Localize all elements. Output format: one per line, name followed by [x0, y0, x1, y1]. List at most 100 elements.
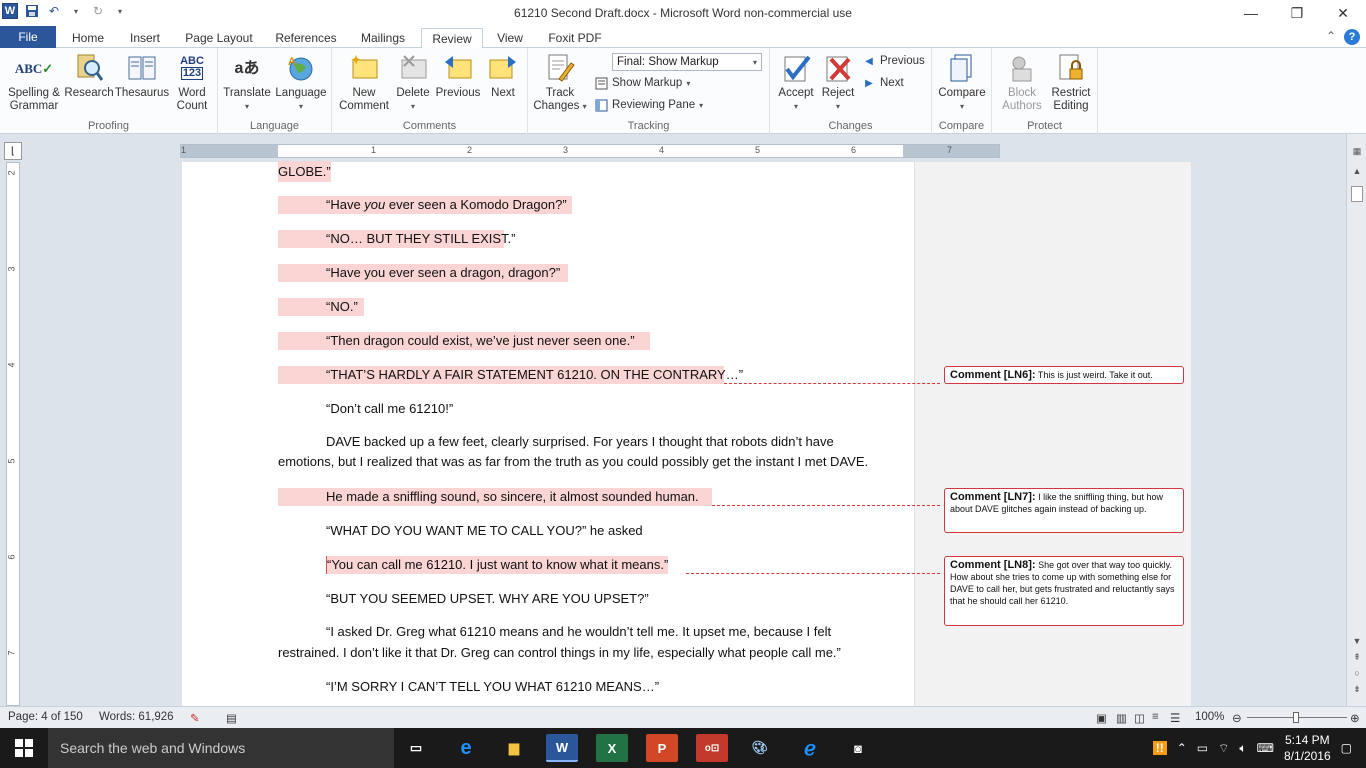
show-hidden-icons-icon[interactable]: ⌃ [1177, 741, 1187, 755]
excel-taskbar-icon[interactable]: X [596, 734, 628, 762]
comment-balloon[interactable]: Comment [LN8]: She got over that way too… [944, 556, 1184, 626]
scroll-up-icon[interactable]: ▲ [1350, 164, 1364, 178]
view-ruler-icon[interactable]: ▦ [1350, 144, 1364, 158]
word-app-icon[interactable]: W [2, 3, 18, 19]
paragraph-commented[interactable]: “You can call me 61210. I just want to k… [326, 556, 669, 574]
tab-home[interactable]: Home [62, 28, 114, 48]
previous-page-icon[interactable]: ⇞ [1350, 650, 1364, 664]
tab-foxit-pdf[interactable]: Foxit PDF [540, 28, 610, 48]
draft-view-icon[interactable]: ☰ [1170, 711, 1180, 725]
track-changes-button[interactable]: Track Changes ▾ [532, 52, 588, 113]
task-view-icon[interactable]: ▭ [400, 734, 432, 762]
word-taskbar-icon[interactable]: W [546, 734, 578, 762]
tab-review[interactable]: Review [421, 28, 483, 50]
paragraph[interactable]: “Have you ever seen a dragon, dragon?” [326, 264, 560, 282]
scrollbar-thumb[interactable] [1351, 186, 1363, 202]
show-markup-button[interactable]: Show Markup ▾ [594, 76, 690, 90]
restrict-editing-button[interactable]: Restrict Editing [1048, 52, 1094, 113]
page-count[interactable]: Page: 4 of 150 [8, 711, 83, 723]
restore-button[interactable]: ❐ [1274, 0, 1320, 26]
taskbar-clock[interactable]: 5:14 PM 8/1/2016 [1284, 732, 1331, 764]
block-authors-button[interactable]: Block Authors [996, 52, 1048, 113]
tab-stop-selector[interactable]: ⌊ [4, 142, 22, 160]
full-screen-reading-icon[interactable]: ▥ [1116, 711, 1127, 725]
new-comment-button[interactable]: ✦ New Comment [336, 52, 392, 113]
thesaurus-button[interactable]: Thesaurus [114, 52, 170, 100]
paragraph-continuation[interactable]: restrained. I don’t like it that Dr. Gre… [278, 642, 841, 663]
compare-button[interactable]: Compare ▾ [936, 52, 988, 113]
reviewing-pane-button[interactable]: Reviewing Pane ▾ [594, 98, 703, 112]
comment-balloon[interactable]: Comment [LN6]: This is just weird. Take … [944, 366, 1184, 384]
vertical-ruler[interactable]: 2 3 4 5 6 7 [0, 162, 24, 706]
word-count[interactable]: Words: 61,926 [99, 711, 174, 723]
next-page-icon[interactable]: ⇟ [1350, 682, 1364, 696]
paragraph-commented[interactable]: He made a sniffling sound, so sincere, i… [326, 488, 699, 506]
paragraph[interactable]: “I’M SORRY I CAN’T TELL YOU WHAT 61210 M… [326, 678, 659, 696]
taskbar-search-box[interactable]: Search the web and Windows [48, 728, 394, 768]
word-count-button[interactable]: ABC 123 Word Count [170, 52, 214, 113]
edge-browser-icon[interactable]: e [450, 734, 482, 762]
paragraph[interactable]: “Have you ever seen a Komodo Dragon?” [326, 196, 567, 214]
accept-button[interactable]: Accept ▾ [774, 52, 818, 113]
reject-button[interactable]: Reject ▾ [818, 52, 858, 113]
delete-comment-button[interactable]: Delete ▾ [392, 52, 434, 113]
zoom-slider-thumb[interactable] [1293, 712, 1299, 723]
minimize-button[interactable]: — [1228, 0, 1274, 26]
macro-recording-icon[interactable]: ▤ [226, 711, 237, 725]
tab-page-layout[interactable]: Page Layout [178, 28, 260, 48]
previous-comment-button[interactable]: Previous [434, 52, 482, 100]
battery-icon[interactable]: ▭ [1197, 741, 1208, 755]
tab-references[interactable]: References [268, 28, 344, 48]
help-icon[interactable]: ? [1344, 29, 1360, 45]
display-for-review-select[interactable]: Final: Show Markup ▾ [612, 53, 762, 71]
previous-change-button[interactable]: ◀ Previous [862, 54, 925, 68]
minimize-ribbon-icon[interactable]: ⌃ [1326, 29, 1336, 45]
translate-button[interactable]: aあ Translate ▾ [222, 52, 272, 113]
paragraph-continuation[interactable]: emotions, but I realized that was as far… [278, 451, 868, 472]
web-layout-icon[interactable]: ◫ [1134, 711, 1145, 725]
zoom-level[interactable]: 100% [1195, 711, 1224, 723]
powerpoint-taskbar-icon[interactable]: P [646, 734, 678, 762]
proofing-errors-icon[interactable]: ✎ [190, 711, 200, 725]
paragraph[interactable]: “I asked Dr. Greg what 61210 means and h… [326, 623, 831, 641]
tab-file[interactable]: File [0, 26, 56, 48]
research-button[interactable]: Research [64, 52, 114, 100]
save-icon[interactable] [24, 3, 40, 19]
paragraph[interactable]: “NO… BUT THEY STILL EXIST.” [326, 230, 516, 248]
redo-icon[interactable]: ↻ [90, 3, 106, 19]
next-comment-button[interactable]: Next [482, 52, 524, 100]
camera-taskbar-icon[interactable]: ◙ [842, 734, 874, 762]
vertical-scrollbar[interactable]: ▦ ▲ ▼ ⇞ ○ ⇟ [1346, 134, 1366, 706]
horizontal-ruler[interactable]: 1 1 2 3 4 5 6 7 [180, 144, 1000, 158]
browse-object-icon[interactable]: ○ [1350, 666, 1364, 680]
undo-dropdown-icon[interactable]: ▾ [68, 3, 84, 19]
keyboard-icon[interactable]: ⌨ [1257, 741, 1274, 755]
outline-view-icon[interactable]: ≡ [1152, 711, 1159, 723]
language-button[interactable]: A Language ▾ [274, 52, 328, 113]
internet-explorer-icon[interactable]: ℯ [794, 734, 826, 762]
scroll-down-icon[interactable]: ▼ [1350, 634, 1364, 648]
start-button[interactable] [0, 728, 48, 768]
paragraph[interactable]: “Don’t call me 61210!” [326, 400, 453, 418]
zoom-in-icon[interactable]: ⊕ [1350, 711, 1360, 725]
next-change-button[interactable]: ▶ Next [862, 76, 904, 90]
paragraph[interactable]: “BUT YOU SEEMED UPSET. WHY ARE YOU UPSET… [326, 590, 649, 608]
tab-view[interactable]: View [490, 28, 530, 48]
zoom-out-icon[interactable]: ⊖ [1232, 711, 1242, 725]
undo-icon[interactable]: ↶ [46, 3, 62, 19]
paragraph[interactable]: “NO.” [326, 298, 358, 316]
notification-warning-icon[interactable]: !! [1152, 741, 1167, 755]
customize-qat-icon[interactable]: ▾ [112, 3, 128, 19]
paragraph-commented[interactable]: “THAT’S HARDLY A FAIR STATEMENT 61210. O… [326, 366, 743, 384]
tab-insert[interactable]: Insert [120, 28, 170, 48]
close-button[interactable]: ✕ [1320, 0, 1366, 26]
paint-taskbar-icon[interactable]: 🎨︎ [744, 734, 776, 762]
comment-balloon[interactable]: Comment [LN7]: I like the sniffling thin… [944, 488, 1184, 533]
paragraph[interactable]: DAVE backed up a few feet, clearly surpr… [326, 433, 834, 451]
office-taskbar-icon[interactable]: o⊡ [696, 734, 728, 762]
spelling-grammar-button[interactable]: ABC ✓ Spelling & Grammar [4, 52, 64, 113]
wifi-icon[interactable]: ⌔ [1218, 741, 1229, 756]
paragraph[interactable]: “Then dragon could exist, we’ve just nev… [326, 332, 635, 350]
paragraph[interactable]: “WHAT DO YOU WANT ME TO CALL YOU?” he as… [326, 522, 643, 540]
print-layout-view-icon[interactable]: ▣ [1096, 711, 1107, 725]
